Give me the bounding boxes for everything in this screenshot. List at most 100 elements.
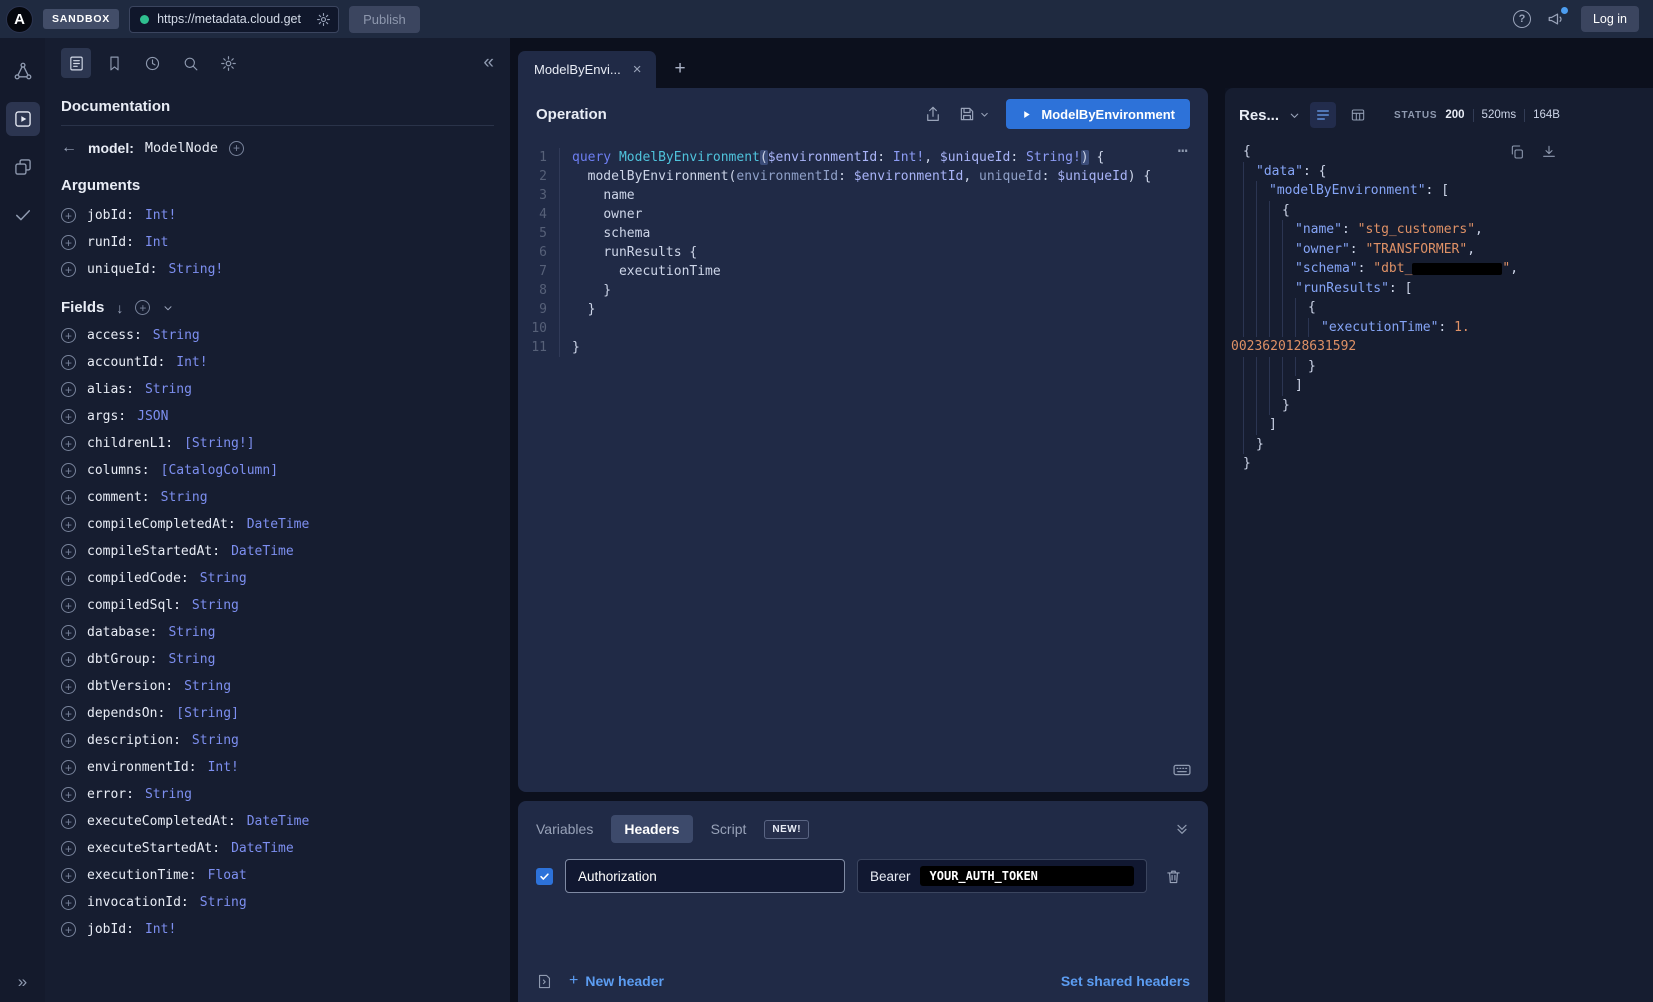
field-row[interactable]: +uniqueId:String! bbox=[45, 256, 510, 283]
save-operation-group[interactable] bbox=[958, 105, 990, 123]
field-row[interactable]: +executeStartedAt:DateTime bbox=[45, 835, 510, 862]
keyboard-shortcuts-icon[interactable] bbox=[1172, 760, 1192, 780]
field-row[interactable]: +environmentId:Int! bbox=[45, 754, 510, 781]
add-field-icon[interactable]: + bbox=[61, 868, 76, 883]
sort-fields-icon[interactable]: ↓ bbox=[116, 300, 123, 316]
add-field-icon[interactable]: + bbox=[61, 625, 76, 640]
add-field-icon[interactable]: + bbox=[61, 733, 76, 748]
endpoint-settings-icon[interactable] bbox=[316, 12, 331, 27]
shared-headers-button[interactable]: Set shared headers bbox=[1061, 973, 1190, 989]
header-value-input[interactable]: Bearer YOUR_AUTH_TOKEN bbox=[857, 859, 1147, 893]
add-field-icon[interactable]: + bbox=[61, 841, 76, 856]
share-operation-icon[interactable] bbox=[924, 105, 942, 123]
graphql-editor[interactable]: 1query ModelByEnvironment($environmentId… bbox=[518, 138, 1208, 792]
add-type-icon[interactable]: + bbox=[229, 141, 244, 156]
add-field-icon[interactable]: + bbox=[61, 544, 76, 559]
field-row[interactable]: +comment:String bbox=[45, 484, 510, 511]
download-response-icon[interactable] bbox=[1541, 144, 1557, 160]
new-header-button[interactable]: + New header bbox=[569, 972, 664, 990]
field-row[interactable]: +database:String bbox=[45, 619, 510, 646]
add-field-icon[interactable]: + bbox=[61, 895, 76, 910]
fields-options-chevron-icon[interactable] bbox=[162, 302, 174, 314]
close-tab-icon[interactable]: × bbox=[633, 61, 642, 78]
add-field-icon[interactable]: + bbox=[61, 490, 76, 505]
field-row[interactable]: +dbtVersion:String bbox=[45, 673, 510, 700]
add-field-icon[interactable]: + bbox=[61, 409, 76, 424]
rail-collections-button[interactable] bbox=[6, 150, 40, 184]
add-field-icon[interactable]: + bbox=[61, 463, 76, 478]
add-field-icon[interactable]: + bbox=[61, 328, 76, 343]
apollo-logo[interactable]: A bbox=[6, 6, 33, 33]
expand-rail-button[interactable]: » bbox=[0, 972, 45, 992]
endpoint-url-input[interactable]: https://metadata.cloud.get bbox=[129, 6, 339, 33]
add-field-icon[interactable]: + bbox=[61, 706, 76, 721]
field-row[interactable]: +jobId:Int! bbox=[45, 916, 510, 943]
rail-explorer-button[interactable] bbox=[6, 102, 40, 136]
add-all-fields-icon[interactable]: + bbox=[135, 300, 150, 315]
field-row[interactable]: +runId:Int bbox=[45, 229, 510, 256]
add-field-icon[interactable]: + bbox=[61, 679, 76, 694]
field-row[interactable]: +access:String bbox=[45, 322, 510, 349]
field-row[interactable]: +compiledCode:String bbox=[45, 565, 510, 592]
edit-headers-json-icon[interactable] bbox=[536, 973, 553, 990]
rail-checklist-button[interactable] bbox=[6, 198, 40, 232]
help-icon[interactable]: ? bbox=[1513, 10, 1531, 28]
header-enabled-checkbox[interactable] bbox=[536, 868, 553, 885]
field-row[interactable]: +jobId:Int! bbox=[45, 202, 510, 229]
collapse-docs-icon[interactable]: « bbox=[483, 52, 494, 74]
field-row[interactable]: +args:JSON bbox=[45, 403, 510, 430]
add-field-icon[interactable]: + bbox=[61, 517, 76, 532]
search-icon[interactable] bbox=[175, 48, 205, 78]
field-row[interactable]: +executeCompletedAt:DateTime bbox=[45, 808, 510, 835]
field-row[interactable]: +columns:[CatalogColumn] bbox=[45, 457, 510, 484]
rail-schema-button[interactable] bbox=[6, 54, 40, 88]
back-icon[interactable]: ← bbox=[61, 139, 77, 157]
docs-settings-icon[interactable] bbox=[213, 48, 243, 78]
response-options-chevron-icon[interactable] bbox=[1288, 109, 1301, 122]
add-field-icon[interactable]: + bbox=[61, 382, 76, 397]
field-row[interactable]: +error:String bbox=[45, 781, 510, 808]
field-row[interactable]: +childrenL1:[String!] bbox=[45, 430, 510, 457]
operation-tab[interactable]: ModelByEnvi... × bbox=[518, 51, 656, 88]
add-field-icon[interactable]: + bbox=[61, 436, 76, 451]
add-field-icon[interactable]: + bbox=[61, 355, 76, 370]
tab-script[interactable]: Script bbox=[711, 821, 747, 837]
response-table-view-icon[interactable] bbox=[1345, 102, 1371, 128]
new-tab-button[interactable]: + bbox=[664, 52, 696, 86]
field-row[interactable]: +invocationId:String bbox=[45, 889, 510, 916]
login-button[interactable]: Log in bbox=[1581, 6, 1639, 32]
field-row[interactable]: +compileStartedAt:DateTime bbox=[45, 538, 510, 565]
announcements-icon[interactable] bbox=[1547, 10, 1565, 28]
field-row[interactable]: +alias:String bbox=[45, 376, 510, 403]
tab-headers[interactable]: Headers bbox=[611, 815, 692, 843]
add-field-icon[interactable]: + bbox=[61, 787, 76, 802]
field-row[interactable]: +dbtGroup:String bbox=[45, 646, 510, 673]
field-row[interactable]: +executionTime:Float bbox=[45, 862, 510, 889]
add-field-icon[interactable]: + bbox=[61, 598, 76, 613]
add-field-icon[interactable]: + bbox=[61, 208, 76, 223]
field-row[interactable]: +compiledSql:String bbox=[45, 592, 510, 619]
run-operation-button[interactable]: ModelByEnvironment bbox=[1006, 99, 1190, 129]
collapse-request-panel-icon[interactable] bbox=[1174, 821, 1190, 837]
breadcrumb-type-name[interactable]: ModelNode bbox=[145, 140, 218, 156]
tab-variables[interactable]: Variables bbox=[536, 821, 593, 837]
add-field-icon[interactable]: + bbox=[61, 760, 76, 775]
field-row[interactable]: +compileCompletedAt:DateTime bbox=[45, 511, 510, 538]
add-field-icon[interactable]: + bbox=[61, 652, 76, 667]
copy-response-icon[interactable] bbox=[1509, 144, 1525, 160]
add-field-icon[interactable]: + bbox=[61, 922, 76, 937]
field-row[interactable]: +dependsOn:[String] bbox=[45, 700, 510, 727]
header-key-input[interactable]: Authorization bbox=[565, 859, 845, 893]
delete-header-icon[interactable] bbox=[1165, 868, 1182, 885]
bookmark-icon[interactable] bbox=[99, 48, 129, 78]
response-raw-view-icon[interactable] bbox=[1310, 102, 1336, 128]
add-field-icon[interactable]: + bbox=[61, 814, 76, 829]
add-field-icon[interactable]: + bbox=[61, 571, 76, 586]
add-field-icon[interactable]: + bbox=[61, 262, 76, 277]
documentation-tab-icon[interactable] bbox=[61, 48, 91, 78]
add-field-icon[interactable]: + bbox=[61, 235, 76, 250]
editor-menu-icon[interactable]: ⋯ bbox=[1178, 142, 1190, 161]
field-row[interactable]: +accountId:Int! bbox=[45, 349, 510, 376]
publish-button[interactable]: Publish bbox=[349, 6, 420, 33]
history-icon[interactable] bbox=[137, 48, 167, 78]
